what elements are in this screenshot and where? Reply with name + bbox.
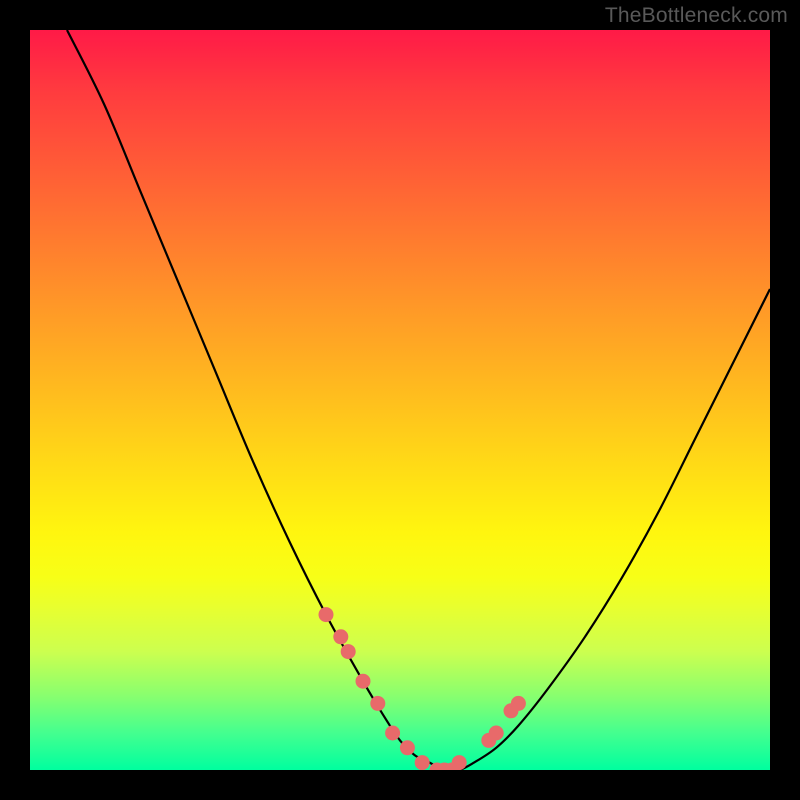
highlight-dot bbox=[489, 726, 504, 741]
highlight-dot bbox=[356, 674, 371, 689]
highlight-dot bbox=[415, 755, 430, 770]
bottleneck-curve-svg bbox=[30, 30, 770, 770]
highlight-dot bbox=[511, 696, 526, 711]
plot-area bbox=[30, 30, 770, 770]
highlight-dot bbox=[370, 696, 385, 711]
highlight-dot bbox=[452, 755, 467, 770]
highlight-dot bbox=[385, 726, 400, 741]
highlight-dot bbox=[341, 644, 356, 659]
highlight-dot bbox=[400, 740, 415, 755]
highlight-dot bbox=[319, 607, 334, 622]
chart-frame: TheBottleneck.com bbox=[0, 0, 800, 800]
highlight-dot bbox=[333, 629, 348, 644]
highlight-dots bbox=[319, 607, 526, 770]
bottleneck-curve bbox=[67, 30, 770, 770]
watermark-text: TheBottleneck.com bbox=[605, 4, 788, 28]
